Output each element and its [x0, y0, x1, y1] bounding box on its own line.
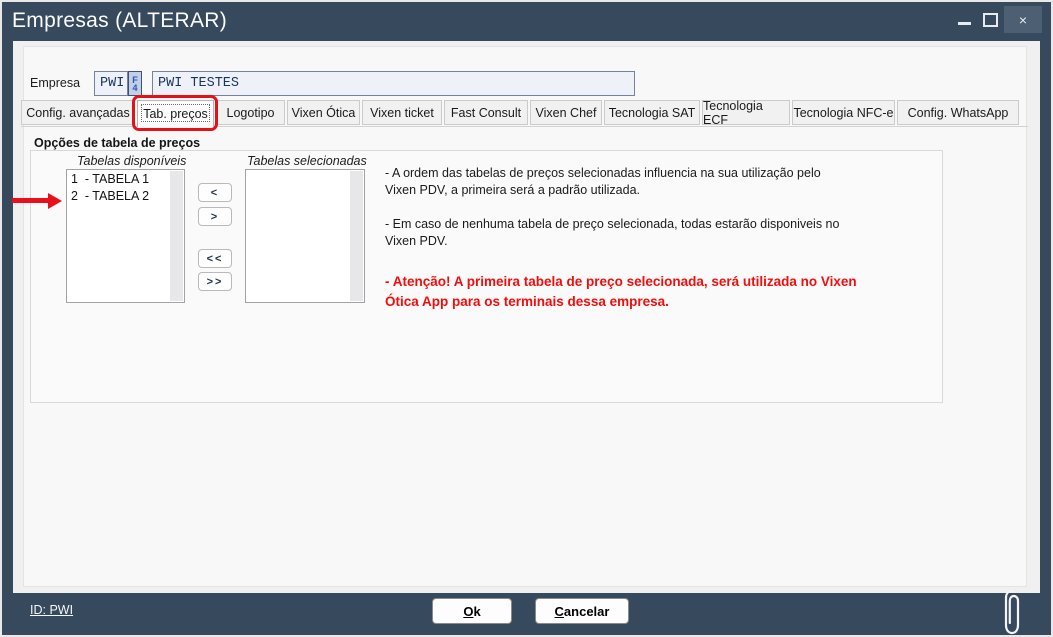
selected-tables-listbox[interactable] — [245, 169, 365, 303]
tab-vixen-ticket[interactable]: Vixen ticket — [362, 100, 442, 125]
ok-button-label: Ok — [463, 604, 480, 619]
selected-tables-label: Tabelas selecionadas — [247, 154, 367, 168]
maximize-icon[interactable] — [983, 13, 998, 27]
cancel-button-label: Cancelar — [555, 604, 610, 619]
annotation-arrow — [12, 193, 62, 209]
tab-tab-precos-label: Tab. preços — [143, 107, 208, 121]
notes-block: - A ordem das tabelas de preços selecion… — [385, 165, 865, 312]
warning-text: - Atenção! A primeira tabela de preço se… — [385, 272, 865, 312]
list-item[interactable]: 1 - TABELA 1 — [67, 170, 184, 187]
move-all-left-button[interactable]: << — [198, 249, 232, 268]
tab-logotipo[interactable]: Logotipo — [216, 100, 285, 125]
ok-button[interactable]: Ok — [432, 598, 512, 624]
tab-strip: Config. avançadas Tab. preços Logotipo V… — [21, 100, 1021, 126]
available-tables-listbox[interactable]: 1 - TABELA 1 2 - TABELA 2 — [66, 169, 185, 303]
tab-tecnologia-sat[interactable]: Tecnologia SAT — [604, 100, 700, 125]
close-icon[interactable]: × — [1004, 6, 1042, 33]
tab-config-avancadas[interactable]: Config. avançadas — [21, 100, 135, 125]
group-title: Opções de tabela de preços — [34, 136, 200, 150]
empresa-label: Empresa — [30, 76, 80, 90]
tab-vixen-otica[interactable]: Vixen Ótica — [287, 100, 360, 125]
empresa-name-input[interactable]: PWI TESTES — [152, 71, 635, 96]
tab-tecnologia-nfce[interactable]: Tecnologia NFC-e — [792, 100, 895, 125]
tab-fast-consult[interactable]: Fast Consult — [444, 100, 528, 125]
move-right-button[interactable]: > — [198, 207, 232, 226]
tab-vixen-chef[interactable]: Vixen Chef — [530, 100, 602, 125]
available-tables-label: Tabelas disponíveis — [77, 154, 186, 168]
empresa-code-input[interactable]: PWI — [94, 71, 128, 96]
note-none-selected: - Em caso de nenhuma tabela de preço sel… — [385, 216, 855, 250]
footer-bar: ID: PWI Ok Cancelar — [2, 593, 1051, 635]
tab-config-whatsapp[interactable]: Config. WhatsApp — [897, 100, 1019, 125]
annotation-box — [132, 95, 218, 131]
move-left-button[interactable]: < — [198, 183, 232, 202]
arrow-head — [48, 193, 62, 209]
move-all-right-button[interactable]: >> — [198, 272, 232, 291]
id-link[interactable]: ID: PWI — [30, 603, 73, 617]
tab-tab-precos[interactable]: Tab. preços — [137, 100, 214, 127]
note-order: - A ordem das tabelas de preços selecion… — [385, 165, 855, 199]
scrollbar[interactable] — [170, 171, 183, 301]
arrow-shaft — [12, 198, 50, 203]
f4-lookup-button[interactable]: F 4 — [128, 71, 142, 96]
window-title: Empresas (ALTERAR) — [12, 9, 227, 33]
empresas-window: Empresas (ALTERAR) × Empresa PWI F 4 PWI… — [0, 0, 1053, 637]
minimize-icon[interactable] — [958, 22, 971, 25]
cancel-button[interactable]: Cancelar — [535, 598, 629, 624]
scrollbar[interactable] — [350, 171, 363, 301]
list-item[interactable]: 2 - TABELA 2 — [67, 187, 184, 204]
paperclip-icon[interactable] — [1000, 587, 1024, 637]
tab-tecnologia-ecf[interactable]: Tecnologia ECF — [702, 100, 790, 125]
f4-bottom: 4 — [132, 84, 137, 92]
